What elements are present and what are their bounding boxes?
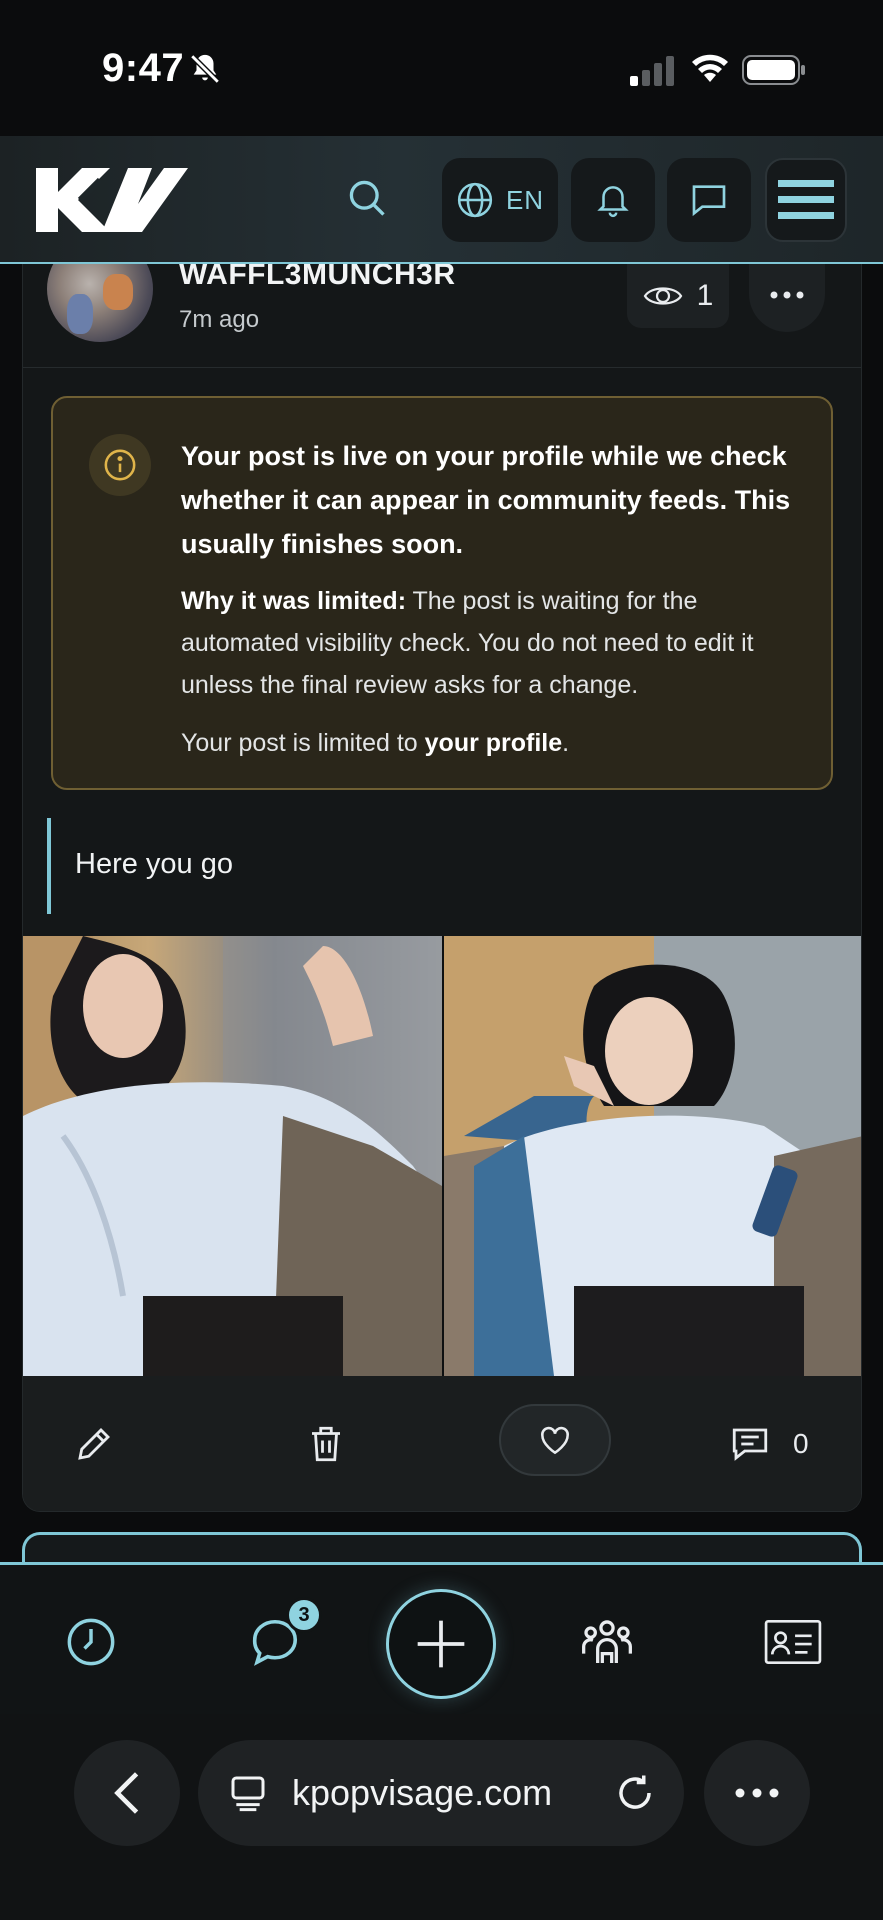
post-card: WAFFL3MUNCH3R 7m ago 1 Your post is live…: [22, 264, 862, 1512]
post-media-gallery: [23, 936, 861, 1376]
comment-count: 0: [793, 1428, 809, 1459]
comments-button[interactable]: 0: [729, 1416, 809, 1472]
chevron-left-icon: [114, 1772, 139, 1814]
notice-reason: Why it was limited: The post is waiting …: [181, 580, 811, 706]
post-photo[interactable]: [23, 936, 442, 1376]
notifications-button[interactable]: [571, 158, 655, 242]
menu-icon: [778, 180, 834, 219]
avatar-detail: [67, 294, 93, 334]
site-header: EN: [0, 136, 883, 264]
nav-profile-card[interactable]: [758, 1607, 828, 1677]
tabs-icon: [231, 1776, 265, 1812]
post-action-bar: 0: [23, 1376, 861, 1511]
messages-button[interactable]: [667, 158, 751, 242]
comment-icon: [732, 1428, 768, 1461]
visibility-limited-notice: Your post is live on your profile while …: [51, 396, 833, 790]
cellular-signal-icon: [630, 56, 674, 91]
globe-icon: [457, 182, 493, 218]
messages-unread-badge: 3: [286, 1597, 322, 1633]
status-time: 9:47: [102, 46, 185, 90]
eye-icon: [643, 287, 682, 305]
notice-limit-target: your profile: [424, 729, 563, 757]
id-card-icon: [764, 1619, 822, 1665]
pencil-icon: [78, 1428, 110, 1460]
bottom-navigation: 3: [0, 1562, 883, 1714]
notice-limit-scope: Your post is limited to your profile.: [181, 722, 811, 764]
bell-icon: [597, 186, 629, 218]
view-count: 1: [696, 279, 714, 312]
browser-back-button[interactable]: [74, 1740, 180, 1846]
post-header: WAFFL3MUNCH3R 7m ago 1: [23, 264, 861, 368]
edit-post-button[interactable]: [73, 1416, 115, 1472]
notice-reason-label: Why it was limited:: [181, 587, 407, 615]
wifi-icon: [690, 52, 730, 89]
nav-community[interactable]: [572, 1607, 642, 1677]
trash-icon: [312, 1426, 340, 1462]
notice-lead-text: Your post is live on your profile while …: [181, 441, 791, 559]
post-author[interactable]: WAFFL3MUNCH3R: [179, 264, 456, 292]
more-dots-icon: [770, 291, 804, 299]
group-icon: [582, 1620, 632, 1663]
create-post-button[interactable]: [386, 1589, 496, 1699]
language-label: EN: [505, 184, 545, 215]
silent-mode-icon: [188, 52, 222, 91]
info-icon: [89, 434, 151, 496]
post-body-text: Here you go: [75, 848, 233, 880]
search-icon[interactable]: [345, 176, 389, 220]
nav-messages[interactable]: 3: [240, 1597, 322, 1677]
browser-more-button[interactable]: [704, 1740, 810, 1846]
hamburger-menu-button[interactable]: [765, 158, 847, 242]
ios-status-bar: 9:47: [0, 0, 883, 136]
heart-icon: [541, 1426, 569, 1455]
notice-limit-prefix: Your post is limited to: [181, 729, 425, 757]
view-count-badge: 1: [627, 264, 729, 328]
plus-icon: [417, 1620, 465, 1668]
address-bar[interactable]: kpopvisage.com: [198, 1740, 684, 1846]
post-more-options-button[interactable]: [749, 264, 825, 332]
url-text: kpopvisage.com: [292, 1772, 553, 1813]
post-photo[interactable]: [444, 936, 861, 1376]
avatar-detail: [103, 274, 133, 310]
language-switcher[interactable]: EN: [442, 158, 558, 242]
delete-post-button[interactable]: [305, 1416, 347, 1472]
browser-toolbar: kpopvisage.com: [0, 1714, 883, 1920]
post-body: Here you go: [47, 818, 807, 914]
avatar[interactable]: [47, 264, 153, 342]
battery-icon: [742, 54, 806, 91]
nav-recent[interactable]: [56, 1607, 126, 1677]
clock-icon: [67, 1618, 115, 1666]
kv-logo[interactable]: [32, 166, 188, 239]
like-button[interactable]: [499, 1404, 611, 1476]
more-dots-icon: [735, 1788, 779, 1798]
post-timestamp: 7m ago: [179, 306, 260, 333]
notice-limit-suffix: .: [562, 729, 570, 757]
chat-bubble-icon: [692, 185, 726, 217]
reload-icon[interactable]: [614, 1772, 656, 1819]
